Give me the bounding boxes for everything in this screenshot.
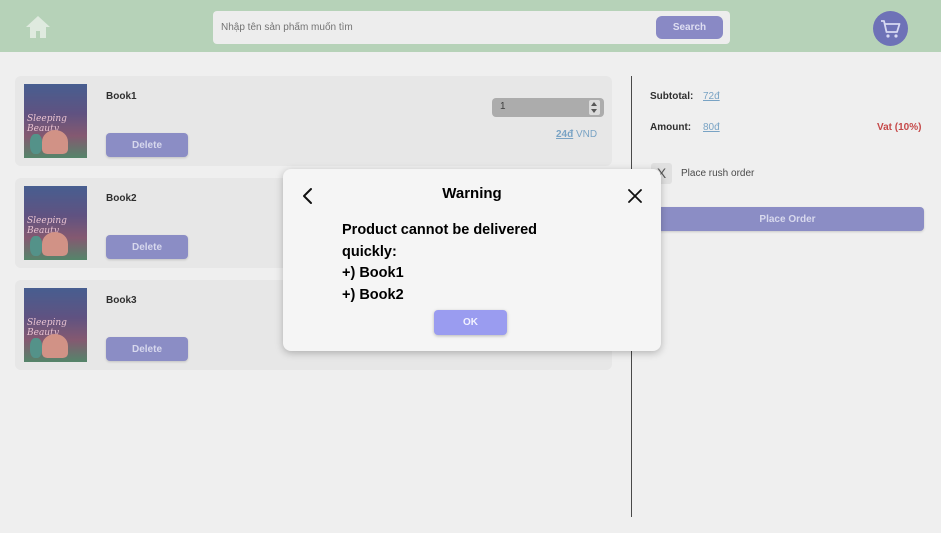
- dialog-message: Product cannot be delivered quickly: +) …: [342, 220, 602, 306]
- warning-dialog: Warning Product cannot be delivered quic…: [283, 169, 661, 351]
- message-line: +) Book2: [342, 286, 404, 303]
- message-line: Product cannot be delivered: [342, 222, 537, 238]
- dialog-title: Warning: [442, 185, 502, 202]
- ok-button[interactable]: OK: [434, 310, 507, 335]
- message-line: quickly:: [342, 243, 397, 260]
- message-line: +) Book1: [342, 265, 404, 281]
- close-icon[interactable]: [627, 188, 643, 204]
